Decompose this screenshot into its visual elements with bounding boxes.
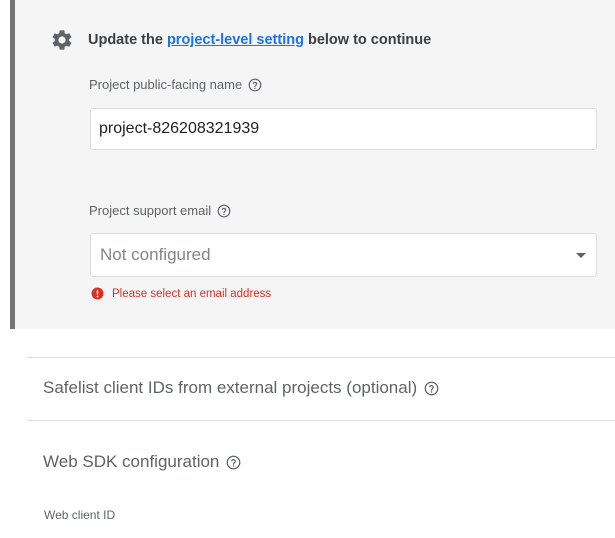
safelist-section-header[interactable]: Safelist client IDs from external projec…: [43, 378, 439, 398]
project-level-setting-link[interactable]: project-level setting: [167, 32, 304, 48]
help-circle-icon[interactable]: [226, 455, 241, 470]
project-settings-callout: Update the project-level setting below t…: [10, 0, 615, 329]
public-name-label-text: Project public-facing name: [89, 77, 243, 92]
public-name-input[interactable]: [90, 108, 597, 150]
support-email-error-text: Please select an email address: [112, 287, 272, 300]
support-email-select[interactable]: Not configured: [90, 233, 597, 277]
callout-header-suffix: below to continue: [303, 32, 432, 48]
support-email-label: Project support email: [89, 203, 231, 218]
section-divider: [27, 420, 615, 421]
safelist-section-title: Safelist client IDs from external projec…: [43, 378, 418, 397]
help-circle-icon[interactable]: [217, 204, 231, 218]
gear-icon: [50, 28, 74, 52]
support-email-error: Please select an email address: [91, 287, 271, 300]
auth-settings-view: Update the project-level setting below t…: [0, 0, 615, 538]
help-circle-icon[interactable]: [248, 78, 262, 92]
error-circle-icon: [91, 287, 104, 300]
web-sdk-section-title: Web SDK configuration: [43, 452, 220, 471]
section-divider: [27, 357, 615, 358]
web-sdk-section-header[interactable]: Web SDK configuration: [43, 452, 241, 472]
support-email-selected-value: Not configured: [100, 245, 211, 264]
caret-down-icon: [576, 252, 586, 258]
web-client-id-label: Web client ID: [44, 508, 116, 522]
support-email-label-text: Project support email: [89, 203, 212, 218]
public-name-label: Project public-facing name: [89, 77, 262, 92]
callout-header: Update the project-level setting below t…: [50, 28, 431, 52]
help-circle-icon[interactable]: [424, 381, 439, 396]
callout-header-prefix: Update the: [88, 32, 167, 48]
